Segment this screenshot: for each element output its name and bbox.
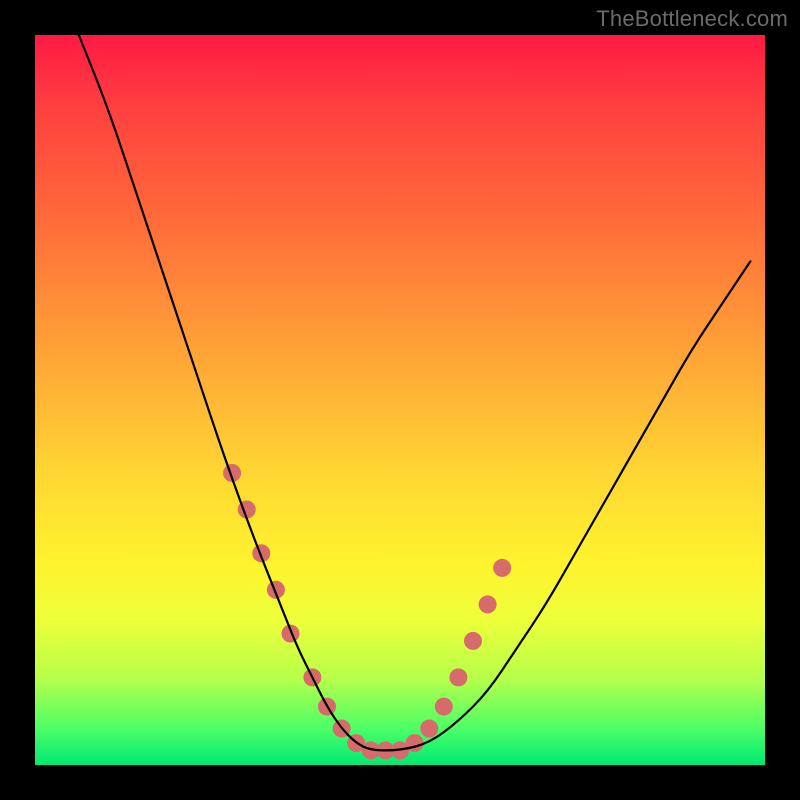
plot-area <box>35 35 765 765</box>
chart-frame: TheBottleneck.com <box>0 0 800 800</box>
watermark-text: TheBottleneck.com <box>596 6 788 32</box>
data-marker <box>493 559 511 577</box>
data-marker <box>464 632 482 650</box>
data-marker <box>479 595 497 613</box>
bottleneck-curve <box>35 35 765 765</box>
data-marker <box>449 668 467 686</box>
data-marker <box>406 734 424 752</box>
data-marker <box>420 720 438 738</box>
data-marker <box>435 698 453 716</box>
